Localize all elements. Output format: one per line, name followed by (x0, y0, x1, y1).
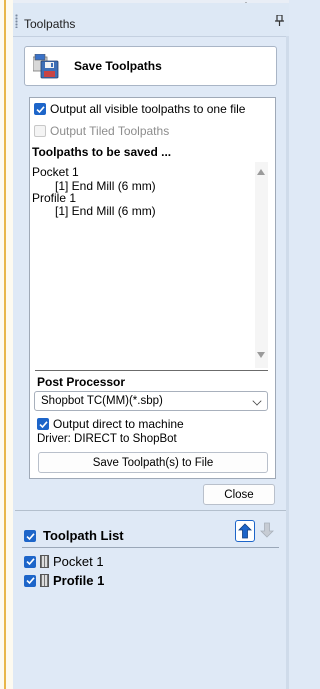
output-direct-label: Output direct to machine (53, 417, 184, 431)
left-edge-strip (0, 0, 13, 689)
panel-right-edge (286, 36, 289, 689)
output-tiled-checkbox: Output Tiled Toolpaths (34, 123, 169, 139)
section-divider (35, 370, 268, 371)
toolpaths-to-save-heading: Toolpaths to be saved ... (32, 145, 172, 159)
post-processor-value: Shopbot TC(MM)(*.sbp) (41, 395, 163, 407)
scroll-up-arrow-icon[interactable] (257, 169, 265, 175)
save-toolpaths-title: Save Toolpaths (74, 59, 162, 73)
toolpath-item-pocket[interactable]: Pocket 1 (24, 554, 104, 569)
pin-icon[interactable] (275, 14, 284, 29)
floppy-disk-icon (33, 54, 59, 79)
toolpath-list-title: Toolpath List (43, 528, 124, 543)
checkbox-checked-icon[interactable] (24, 574, 36, 587)
section-divider (15, 510, 286, 511)
checkbox-unchecked-icon (34, 125, 46, 137)
drag-grip-icon[interactable] (15, 14, 18, 28)
toolpath-item-profile[interactable]: Profile 1 (24, 573, 104, 588)
toolpath-list-checkbox[interactable] (24, 528, 40, 544)
list-item: [1] End Mill (6 mm) (55, 204, 156, 218)
checkbox-checked-icon[interactable] (24, 530, 36, 542)
end-mill-icon (40, 555, 49, 568)
post-processor-heading: Post Processor (37, 375, 126, 389)
output-all-visible-checkbox[interactable]: Output all visible toolpaths to one file (34, 101, 245, 117)
list-item: Profile 1 (32, 191, 77, 205)
checkbox-checked-icon[interactable] (24, 555, 36, 568)
arrow-up-icon (238, 523, 252, 539)
checkbox-checked-icon[interactable] (34, 103, 46, 115)
output-direct-checkbox[interactable]: Output direct to machine (37, 416, 184, 432)
list-scrollbar[interactable] (255, 162, 268, 368)
list-item: Pocket 1 (32, 165, 79, 179)
toolpath-item-label: Profile 1 (53, 573, 105, 588)
chevron-down-icon (252, 396, 262, 406)
output-tiled-label: Output Tiled Toolpaths (50, 124, 170, 138)
panel-header: Toolpaths (13, 3, 289, 37)
save-toolpaths-header: Save Toolpaths (24, 46, 277, 86)
toolpath-item-label: Pocket 1 (53, 554, 104, 569)
close-button[interactable]: Close (203, 484, 275, 505)
panel-title: Toolpaths (24, 17, 76, 31)
save-toolpaths-to-file-button[interactable]: Save Toolpath(s) to File (38, 452, 268, 473)
driver-text: Driver: DIRECT to ShopBot (37, 433, 177, 445)
scroll-down-arrow-icon[interactable] (257, 352, 265, 358)
checkbox-checked-icon[interactable] (37, 418, 49, 430)
move-down-button[interactable] (258, 520, 278, 542)
move-up-button[interactable] (235, 520, 255, 542)
toolpath-list-divider (22, 547, 279, 548)
arrow-down-icon (260, 522, 274, 538)
end-mill-icon (40, 574, 49, 587)
post-processor-select[interactable]: Shopbot TC(MM)(*.sbp) (34, 391, 268, 411)
toolpaths-to-save-list: Pocket 1 [1] End Mill (6 mm) Profile 1 [… (31, 162, 269, 368)
output-all-visible-label: Output all visible toolpaths to one file (50, 102, 246, 116)
